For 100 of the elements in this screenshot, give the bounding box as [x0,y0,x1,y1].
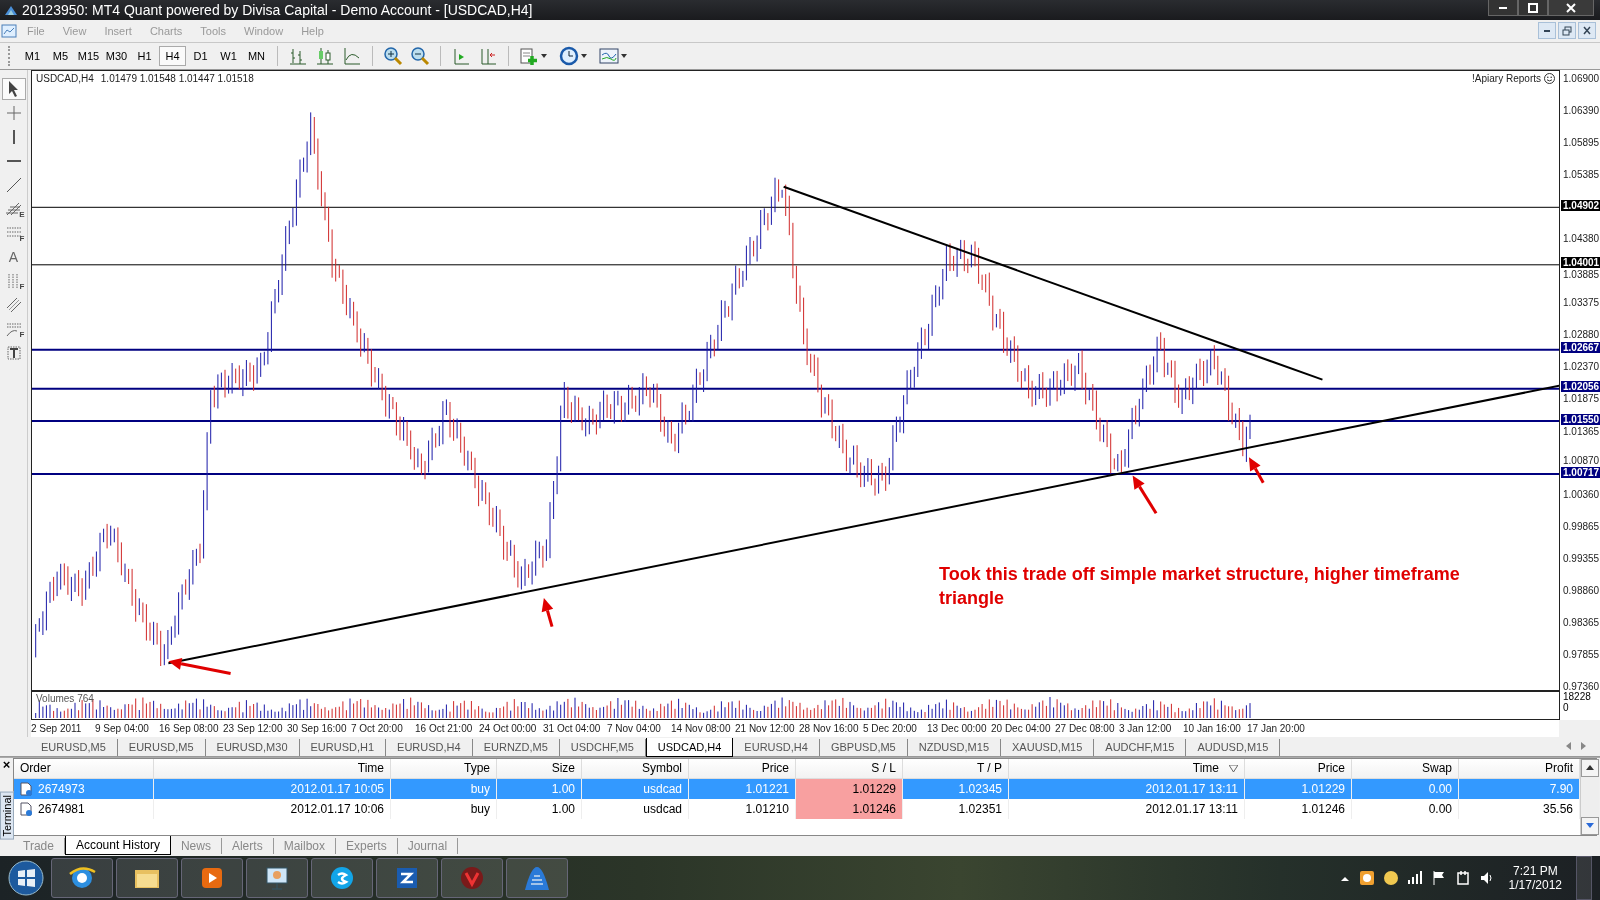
price-level-label: 1.01550 [1561,413,1600,425]
chart-tab[interactable]: XAUUSD,M15 [1001,739,1095,756]
drawing-tool-button[interactable]: E [1,197,26,220]
chart-tab[interactable]: EURUSD,H1 [299,739,387,756]
trendline[interactable] [167,384,1559,664]
price-level-line[interactable] [32,206,1559,208]
column-header[interactable]: Price [689,759,796,779]
column-header[interactable]: Profit [1459,759,1580,779]
timeframe-button[interactable]: MN [243,45,270,66]
price-level-line[interactable] [32,348,1559,351]
column-header[interactable]: Type [391,759,497,779]
taskbar-button[interactable] [116,858,178,898]
tool-letter: F [19,281,25,291]
timeframe-button[interactable]: M1 [19,45,46,66]
maximize-icon [1527,2,1539,13]
power-icon[interactable] [1454,870,1471,886]
timeframe-button[interactable]: W1 [215,45,242,66]
price-level-line[interactable] [32,419,1559,422]
chart-tab[interactable]: USDCAD,H4 [645,738,734,757]
drawing-tool-button[interactable] [1,77,26,100]
taskbar-button[interactable] [246,858,308,898]
timeframe-button[interactable]: D1 [187,45,214,66]
tray-app-icon[interactable] [1358,870,1375,886]
volume-label: Volumes 764 [36,692,94,704]
clock-time[interactable]: 7:21 PM [1512,864,1558,878]
date-tick: 5 Dec 20:00 [863,722,918,734]
timeframe-button[interactable]: H1 [131,45,158,66]
column-label: Symbol [642,761,682,776]
flag-icon[interactable] [1430,870,1447,886]
minimize-button[interactable] [1538,22,1556,40]
chart-tab[interactable]: EURUSD,M5 [30,739,118,756]
ohlc-values: 1.01479 1.01548 1.01447 1.01518 [100,72,254,84]
column-header[interactable]: Price [1245,759,1352,779]
chart-tab[interactable]: GBPUSD,M5 [819,739,908,756]
price-level-line[interactable] [32,387,1559,390]
minimize-button[interactable] [1488,0,1518,16]
chart-annotation: Took this trade off simple market structure, higher timeframe triangle [939,562,1461,610]
chart-tab[interactable]: AUDCHF,M15 [1094,739,1187,756]
column-header[interactable]: Symbol [582,759,689,779]
column-header[interactable]: Swap [1352,759,1459,779]
column-header[interactable]: T / P [903,759,1009,779]
chart-tab[interactable]: EURUSD,M30 [205,739,300,756]
taskbar-button[interactable] [51,858,113,898]
timeframe-button[interactable]: M15 [75,45,102,66]
drawing-tool-button[interactable]: F [1,221,26,244]
horizontal-line-icon [6,159,21,162]
column-label: Price [1317,761,1345,776]
trendline[interactable] [782,185,1324,381]
timeframe-button[interactable]: M5 [47,45,74,66]
timeframe-button[interactable]: M30 [103,45,130,66]
column-label: Profit [1545,761,1573,776]
zoom-in-icon [383,45,403,66]
taskbar-button[interactable] [506,858,568,898]
chart-tab[interactable]: AUDUSD,M15 [1186,739,1281,756]
price-tick: 1.00870 [1563,454,1600,466]
table-cell: 1.02351 [903,799,1009,819]
tool-letter: F [19,233,25,243]
vertical-line-icon [12,129,15,144]
scroll-right-icon[interactable] [1581,742,1586,751]
windows-logo-icon [8,860,44,896]
drawing-tool-button[interactable]: F [1,269,26,292]
price-tick: 0.98365 [1563,616,1600,628]
taskbar-button[interactable] [376,858,438,898]
chart-tab[interactable]: NZDUSD,M15 [907,739,1002,756]
column-header[interactable]: S / L [796,759,903,779]
table-cell: 0.00 [1352,799,1459,819]
clock-date[interactable]: 1/17/2012 [1508,878,1562,892]
column-header[interactable]: Order [14,759,154,779]
network-signal-icon[interactable] [1406,870,1423,886]
minimize-icon [1544,29,1550,32]
column-label: Time [1192,761,1219,776]
restore-button[interactable] [1558,22,1576,40]
price-level-line[interactable] [32,472,1559,475]
scroll-up-button[interactable] [1581,759,1599,777]
caret-icon [1586,765,1594,771]
arrow [541,597,554,627]
chart-tab[interactable]: EURUSD,H4 [386,739,473,756]
price-level-line[interactable] [32,263,1559,265]
scroll-down-button[interactable] [1581,817,1599,835]
date-tick: 17 Jan 20:00 [1247,722,1306,734]
close-button[interactable] [1548,0,1594,16]
speaker-icon[interactable] [1478,870,1495,886]
status-orb-icon[interactable] [1382,870,1399,886]
maximize-button[interactable] [1518,0,1548,16]
column-label: S / L [871,761,896,776]
column-header[interactable]: Time [154,759,391,779]
chart-tab[interactable]: EURNZD,M5 [472,739,560,756]
scroll-left-icon[interactable] [1566,742,1571,751]
chart-tab[interactable]: USDCHF,M5 [559,739,646,756]
timeframe-button[interactable]: H4 [159,45,186,66]
chart-tab[interactable]: EURUSD,M5 [117,739,206,756]
taskbar-button[interactable] [311,858,373,898]
close-button[interactable] [1578,22,1596,40]
drawing-tool-button[interactable]: A [1,245,26,268]
chart-tab[interactable]: EURUSD,H4 [733,739,820,756]
drawing-tool-button[interactable]: F [1,317,26,340]
column-header[interactable]: Time [1009,759,1245,779]
close-button[interactable]: × [2,758,11,772]
templates-icon [599,45,619,66]
column-header[interactable]: Size [497,759,582,779]
